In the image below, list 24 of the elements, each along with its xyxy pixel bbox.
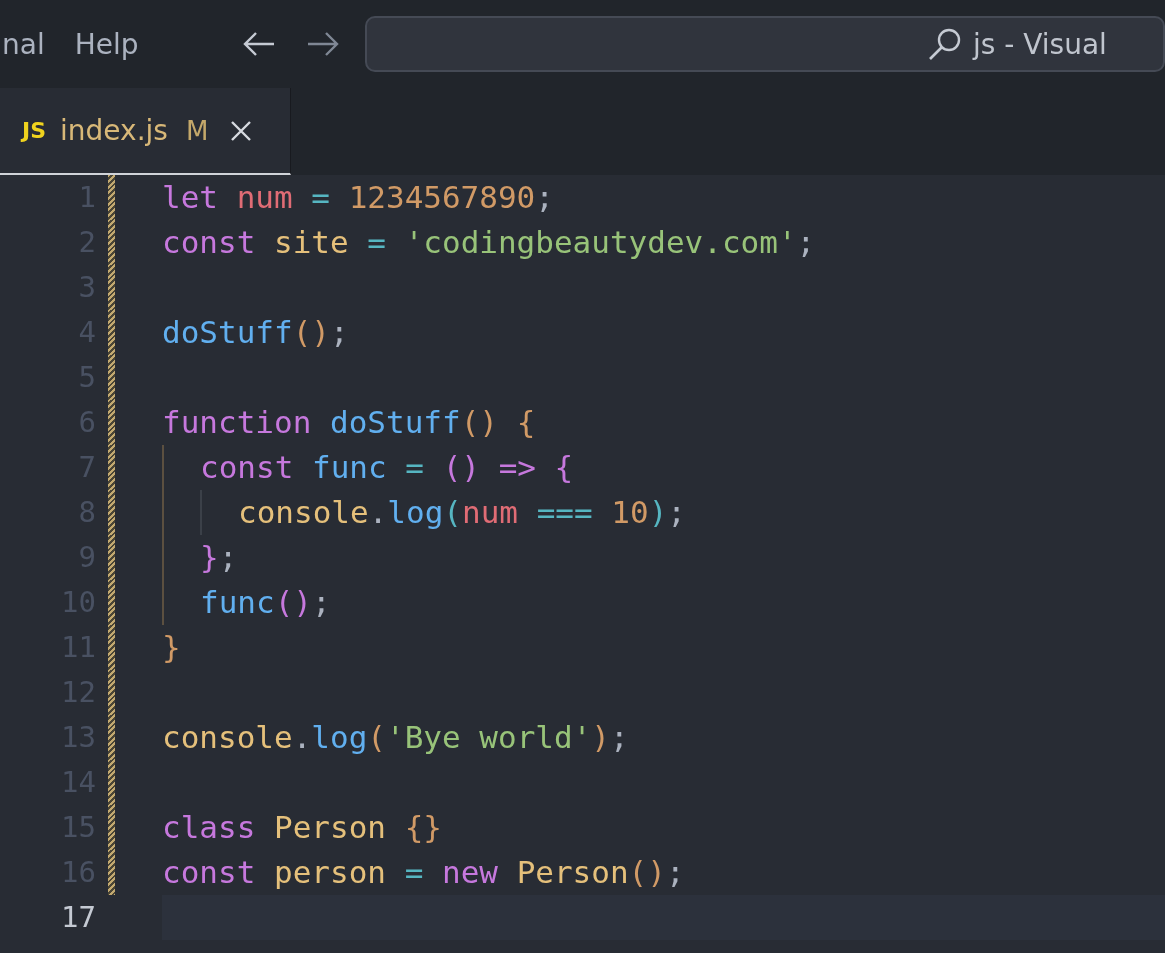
code-line: func(); <box>200 583 331 622</box>
line-number: 17 <box>60 899 96 936</box>
back-arrow-icon[interactable] <box>241 30 276 58</box>
forward-arrow-icon[interactable] <box>305 30 340 58</box>
code-line: console.log('Bye world'); <box>162 718 629 757</box>
modified-status: M <box>185 115 209 146</box>
code-line: const site = 'codingbeautydev.com'; <box>162 223 816 262</box>
close-icon[interactable] <box>230 119 253 142</box>
code-line: const person = new Person(); <box>162 853 685 892</box>
search-icon <box>927 26 963 62</box>
code-line: function doStuff() { <box>162 403 536 442</box>
editor-tab[interactable]: JS index.js M <box>0 88 291 175</box>
command-center-search[interactable]: js - Visual <box>365 16 1165 72</box>
code-line: } <box>162 628 181 667</box>
menu-item[interactable]: nal <box>2 27 45 61</box>
javascript-file-icon: JS <box>22 118 47 143</box>
tab-label: index.js <box>60 114 168 147</box>
code-line: const func = () => { <box>200 448 574 487</box>
code-line: console.log(num === 10); <box>238 493 686 532</box>
code-line: doStuff(); <box>162 313 349 352</box>
menu-item[interactable]: Help <box>74 27 139 61</box>
code-line: class Person {} <box>162 808 442 847</box>
code-line: let num = 1234567890; <box>162 178 554 217</box>
code-line: }; <box>200 538 238 577</box>
